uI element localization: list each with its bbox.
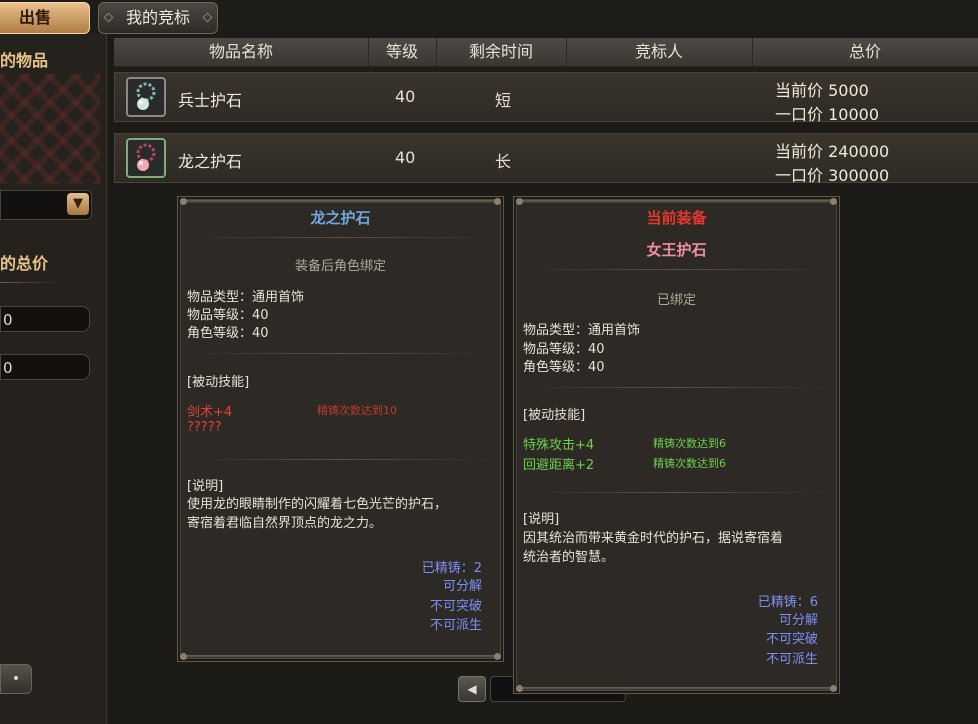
description-line: 使用龙的眼睛制作的闪耀着七色光芒的护石， bbox=[187, 497, 448, 512]
stat-dismantle: 可分解 bbox=[778, 613, 818, 628]
skill-1-requirement: 精铸次数达到6 bbox=[653, 437, 726, 450]
passive-skill-header: [被动技能] bbox=[187, 375, 250, 390]
skill-1: 特殊攻击+4 bbox=[523, 438, 595, 453]
tab-my-bids-label: 我的竞标 bbox=[125, 8, 190, 27]
char-level: 角色等级：40 bbox=[187, 326, 269, 341]
item-name: 龙之护石 bbox=[178, 152, 243, 171]
tab-ornament-right bbox=[202, 12, 213, 23]
current-price-label: 当前价 bbox=[775, 81, 824, 100]
prev-page-button[interactable]: ◀ bbox=[458, 676, 486, 702]
stat-breakthrough: 不可突破 bbox=[765, 632, 818, 647]
char-level: 角色等级：40 bbox=[523, 360, 605, 375]
description-header: [说明] bbox=[187, 479, 224, 494]
min-price-input[interactable]: 0 bbox=[0, 306, 90, 332]
description-line: 寄宿着君临自然界顶点的龙之力。 bbox=[187, 516, 383, 531]
description-line: 统治者的智慧。 bbox=[523, 550, 615, 565]
item-level: 40 bbox=[395, 148, 416, 167]
table-row[interactable]: 龙之护石 40 长 当前价 240000 一口价 300000 bbox=[114, 133, 978, 186]
search-button[interactable]: • bbox=[0, 664, 32, 694]
current-price-label: 当前价 bbox=[775, 142, 824, 161]
bind-status: 装备后角色绑定 bbox=[294, 259, 386, 274]
current-price: 当前价 240000 bbox=[775, 138, 889, 162]
skill-1: 剑术+4 bbox=[187, 405, 233, 420]
passive-skill-header: [被动技能] bbox=[523, 408, 586, 423]
col-bidder[interactable]: 竞标人 bbox=[566, 38, 753, 66]
item-name: 兵士护石 bbox=[178, 91, 243, 110]
chevron-down-icon[interactable]: ▼ bbox=[67, 193, 89, 215]
refine-count: 已精铸：2 bbox=[421, 561, 482, 576]
category-dropdown[interactable]: ▼ bbox=[0, 190, 92, 220]
amulet-icon bbox=[126, 138, 166, 178]
description-header: [说明] bbox=[523, 512, 560, 527]
skill-1-requirement: 精铸次数达到10 bbox=[317, 404, 397, 417]
equipped-tooltip: 当前装备 女王护石 已绑定 物品类型：通用首饰 物品等级：40 角色等级：40 … bbox=[513, 196, 840, 694]
tab-sell[interactable]: 出售 bbox=[0, 2, 90, 34]
item-type: 物品类型：通用首饰 bbox=[523, 323, 641, 338]
col-time-left[interactable]: 剩余时间 bbox=[436, 38, 567, 66]
table-row[interactable]: 兵士护石 40 短 当前价 5000 一口价 10000 bbox=[114, 72, 978, 125]
total-price-label: 的总价 bbox=[0, 254, 49, 273]
current-price-value: 5000 bbox=[828, 81, 869, 100]
item-time-left: 短 bbox=[495, 91, 512, 110]
buyout-price-label: 一口价 bbox=[775, 166, 824, 185]
item-type: 物品类型：通用首饰 bbox=[187, 290, 305, 305]
skill-2: ????? bbox=[187, 420, 222, 435]
tab-sell-label: 出售 bbox=[18, 8, 51, 27]
col-level[interactable]: 等级 bbox=[368, 38, 437, 66]
decorative-pattern bbox=[0, 74, 100, 184]
current-price: 当前价 5000 bbox=[775, 77, 869, 101]
buyout-price-value: 300000 bbox=[828, 166, 890, 185]
col-item-name[interactable]: 物品名称 bbox=[114, 38, 369, 66]
col-total-price[interactable]: 总价 bbox=[752, 38, 978, 66]
bind-status: 已绑定 bbox=[656, 293, 696, 308]
tab-my-bids[interactable]: 我的竞标 bbox=[98, 2, 218, 34]
tooltip-title: 女王护石 bbox=[646, 241, 707, 259]
refine-count: 已精铸：6 bbox=[757, 595, 818, 610]
buyout-price-label: 一口价 bbox=[775, 105, 824, 124]
max-price-input[interactable]: 0 bbox=[0, 354, 90, 380]
buyout-price: 一口价 300000 bbox=[775, 162, 889, 186]
current-price-value: 240000 bbox=[828, 142, 890, 161]
item-tooltip: 龙之护石 装备后角色绑定 物品类型：通用首饰 物品等级：40 角色等级：40 [… bbox=[177, 196, 504, 662]
item-time-left: 长 bbox=[495, 152, 512, 171]
filter-panel: 的物品 ▼ 的总价 0 0 • bbox=[0, 34, 107, 724]
buyout-price-value: 10000 bbox=[828, 105, 880, 124]
skill-2-requirement: 精铸次数达到6 bbox=[653, 457, 726, 470]
amulet-icon bbox=[126, 77, 166, 117]
stat-derive: 不可派生 bbox=[765, 652, 818, 667]
items-label: 的物品 bbox=[0, 51, 49, 70]
buyout-price: 一口价 10000 bbox=[775, 101, 879, 125]
arrow-left-icon: ◀ bbox=[467, 682, 477, 696]
item-level: 物品等级：40 bbox=[523, 342, 605, 357]
list-header: 物品名称 等级 剩余时间 竞标人 总价 bbox=[114, 38, 978, 67]
divider bbox=[0, 282, 60, 283]
equipped-header: 当前装备 bbox=[646, 209, 707, 227]
item-level: 40 bbox=[395, 87, 416, 106]
stat-breakthrough: 不可突破 bbox=[429, 599, 482, 614]
tooltip-title: 龙之护石 bbox=[310, 209, 371, 227]
stat-dismantle: 可分解 bbox=[442, 579, 482, 594]
skill-2: 回避距离+2 bbox=[523, 458, 595, 473]
description-line: 因其统治而带来黄金时代的护石，据说寄宿着 bbox=[523, 531, 784, 546]
tab-ornament-left bbox=[103, 12, 114, 23]
stat-derive: 不可派生 bbox=[429, 618, 482, 633]
item-level: 物品等级：40 bbox=[187, 308, 269, 323]
